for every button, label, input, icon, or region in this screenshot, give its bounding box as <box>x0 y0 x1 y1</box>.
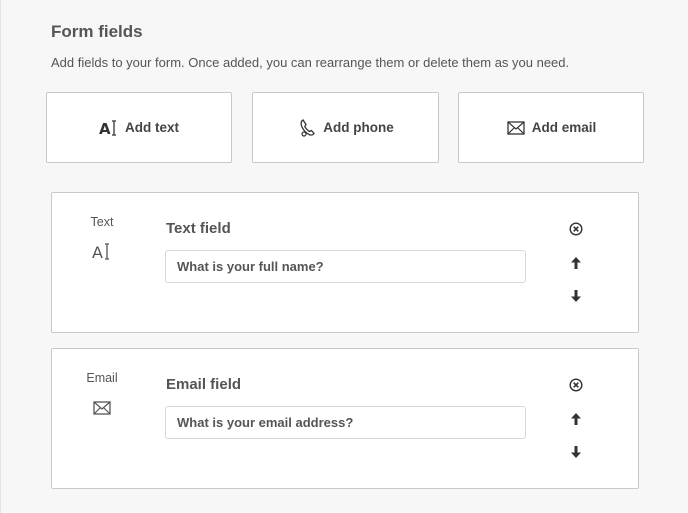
add-email-button[interactable]: Add email <box>458 92 644 163</box>
form-fields-panel: Form fields Add fields to your form. Onc… <box>0 0 688 513</box>
move-up-button[interactable] <box>566 253 586 273</box>
field-type-label: Text <box>90 215 114 229</box>
arrow-down-icon <box>571 290 581 302</box>
arrow-up-icon <box>571 257 581 269</box>
add-text-label: Add text <box>125 120 179 135</box>
arrow-down-icon <box>571 446 581 458</box>
svg-text:A: A <box>99 120 111 137</box>
add-phone-button[interactable]: Add phone <box>252 92 439 163</box>
field-title: Email field <box>166 376 242 393</box>
field-title: Text field <box>166 220 231 237</box>
text-cursor-icon: A <box>90 241 114 263</box>
add-phone-label: Add phone <box>323 120 394 135</box>
move-down-button[interactable] <box>566 442 586 462</box>
page-title: Form fields <box>51 22 143 41</box>
envelope-icon <box>90 397 114 419</box>
page-subtitle: Add fields to your form. Once added, you… <box>51 55 570 70</box>
remove-field-button[interactable] <box>566 219 586 239</box>
remove-field-button[interactable] <box>566 375 586 395</box>
move-down-button[interactable] <box>566 286 586 306</box>
close-circle-icon <box>569 378 583 392</box>
field-type-label: Email <box>86 371 118 385</box>
add-text-button[interactable]: A Add text <box>46 92 232 163</box>
email-field-input[interactable] <box>165 406 526 439</box>
arrow-up-icon <box>571 413 581 425</box>
text-field-input[interactable] <box>165 250 526 283</box>
text-field-card: Text A Text field <box>51 192 639 333</box>
envelope-icon <box>506 118 526 138</box>
add-email-label: Add email <box>531 120 597 135</box>
text-cursor-icon: A <box>99 118 119 138</box>
close-circle-icon <box>569 222 583 236</box>
phone-icon <box>297 118 317 138</box>
move-up-button[interactable] <box>566 409 586 429</box>
svg-text:A: A <box>92 243 103 262</box>
email-field-card: Email Email field <box>51 348 639 489</box>
